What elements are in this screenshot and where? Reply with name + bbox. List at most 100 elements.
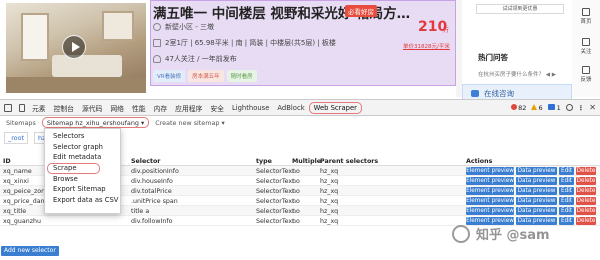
- tab-elements[interactable]: 元素: [28, 103, 50, 113]
- data-preview-button[interactable]: Data preview: [516, 177, 557, 185]
- sidebar-label: 反馈: [580, 77, 592, 83]
- data-preview-button[interactable]: Data preview: [516, 197, 557, 205]
- sidebar-item-home[interactable]: 首页: [576, 8, 596, 25]
- listing-photo[interactable]: [6, 3, 146, 93]
- message-counter[interactable]: 1: [547, 103, 561, 112]
- followers-row: 47人关注 / 一年前发布: [153, 54, 237, 64]
- tab-web-scraper[interactable]: Web Scraper: [308, 101, 362, 114]
- nav-current-sitemap[interactable]: Sitemap hz_xihu_ershoufang ▾: [41, 117, 150, 128]
- house-icon: [153, 39, 161, 47]
- menu-item-export-csv[interactable]: Export data as CSV: [45, 195, 120, 206]
- right-sidebar: 首页 关注 反馈: [572, 0, 600, 97]
- nav-create-sitemap[interactable]: Create new sitemap ▾: [149, 119, 231, 127]
- header-multiple: Multiple: [292, 157, 322, 165]
- cell-parent: hz_xq: [320, 187, 339, 195]
- tab-console[interactable]: 控制台: [50, 103, 78, 113]
- delete-button[interactable]: Delete: [576, 207, 596, 215]
- add-selector-button[interactable]: Add new selector: [1, 246, 59, 256]
- warning-counter[interactable]: 6: [531, 103, 543, 112]
- tab-adblock[interactable]: AdBlock: [273, 104, 308, 112]
- photo-floor: [6, 77, 146, 93]
- menu-item-selectors[interactable]: Selectors: [45, 131, 120, 142]
- delete-button[interactable]: Delete: [576, 217, 596, 225]
- device-toggle-icon[interactable]: [19, 103, 25, 112]
- header-parent: Parent selectors: [320, 157, 379, 165]
- cell-parent: hz_xq: [320, 207, 339, 215]
- breadcrumb-root[interactable]: _root: [4, 132, 29, 144]
- header-selector: Selector: [131, 157, 161, 165]
- right-panel: 试试领到更优惠 热门问答 在杭州买房子要什么条件？ ◀ ▶: [462, 0, 572, 97]
- data-preview-button[interactable]: Data preview: [516, 167, 557, 175]
- sitemap-dropdown-menu: Selectors Selector graph Edit metadata S…: [44, 128, 121, 214]
- cell-selector: title a: [131, 207, 150, 215]
- edit-button[interactable]: Edit: [559, 197, 574, 205]
- edit-button[interactable]: Edit: [559, 167, 574, 175]
- sidebar-item-follow[interactable]: 关注: [576, 38, 596, 55]
- tab-application[interactable]: 应用程序: [171, 103, 206, 113]
- cell-multiple: no: [292, 207, 300, 215]
- element-preview-button[interactable]: Element preview: [466, 187, 514, 195]
- delete-button[interactable]: Delete: [576, 187, 596, 195]
- error-count: 82: [518, 103, 527, 112]
- cell-id: xq_price_dan: [3, 197, 45, 205]
- edit-button[interactable]: Edit: [559, 177, 574, 185]
- tab-lighthouse[interactable]: Lighthouse: [228, 104, 273, 112]
- message-count: 1: [556, 103, 561, 112]
- cell-id: xq_title: [3, 207, 27, 215]
- edit-button[interactable]: Edit: [559, 207, 574, 215]
- hot-question-link[interactable]: 在杭州买房子要什么条件？ ◀ ▶: [478, 70, 556, 78]
- cell-id: xq_peice_zong: [3, 187, 50, 195]
- gear-icon[interactable]: [565, 104, 573, 111]
- tab-memory[interactable]: 内存: [150, 103, 172, 113]
- data-preview-button[interactable]: Data preview: [516, 187, 557, 195]
- element-preview-button[interactable]: Element preview: [466, 167, 514, 175]
- cell-multiple: no: [292, 217, 300, 225]
- edit-button[interactable]: Edit: [559, 187, 574, 195]
- menu-item-browse[interactable]: Browse: [45, 174, 120, 185]
- menu-item-edit-metadata[interactable]: Edit metadata: [45, 152, 120, 163]
- element-preview-button[interactable]: Element preview: [466, 177, 514, 185]
- error-counter[interactable]: 82: [511, 103, 527, 112]
- hot-questions-title: 热门问答: [478, 53, 508, 62]
- menu-item-scrape[interactable]: Scrape: [47, 162, 100, 174]
- play-icon[interactable]: [62, 35, 86, 59]
- must-see-badge: 必看好房: [345, 5, 377, 17]
- sidebar-item-feedback[interactable]: 反馈: [576, 66, 596, 83]
- inspect-icon[interactable]: [4, 103, 12, 112]
- tab-sources[interactable]: 源代码: [78, 103, 106, 113]
- header-type: type: [256, 157, 272, 165]
- delete-button[interactable]: Delete: [576, 177, 596, 185]
- error-icon: [511, 103, 518, 110]
- cell-multiple: no: [292, 197, 300, 205]
- cell-selector: .unitPrice span: [131, 197, 178, 205]
- nav-sitemaps[interactable]: Sitemaps: [0, 119, 42, 127]
- tab-network[interactable]: 网络: [106, 103, 128, 113]
- element-preview-button[interactable]: Element preview: [466, 197, 514, 205]
- online-consult-label: 在线咨询: [484, 88, 514, 98]
- sidebar-label: 首页: [580, 19, 592, 25]
- menu-item-export-sitemap[interactable]: Export Sitemap: [45, 184, 120, 195]
- listing-card[interactable]: 满五唯一 中间楼层 视野和采光好 格局方… 必看好房 新壁小区 - 三墩 2室1…: [0, 0, 456, 97]
- edit-button[interactable]: Edit: [559, 217, 574, 225]
- price-unit: 万: [443, 27, 450, 34]
- cell-id: xq_xinxi: [3, 177, 29, 185]
- cell-parent: hz_xq: [320, 167, 339, 175]
- cell-selector: div.followInfo: [131, 217, 173, 225]
- consult-button[interactable]: 试试领到更优惠: [476, 4, 564, 14]
- element-preview-button[interactable]: Element preview: [466, 207, 514, 215]
- delete-button[interactable]: Delete: [576, 197, 596, 205]
- tab-performance[interactable]: 性能: [128, 103, 150, 113]
- menu-item-selector-graph[interactable]: Selector graph: [45, 142, 120, 153]
- cell-type: SelectorText: [256, 187, 295, 195]
- close-icon[interactable]: ✕: [589, 103, 596, 112]
- more-options-icon[interactable]: ⋮: [578, 104, 585, 112]
- watermark: 知乎 @sam: [452, 224, 550, 243]
- community-text[interactable]: 新壁小区 - 三墩: [165, 22, 214, 32]
- delete-button[interactable]: Delete: [576, 167, 596, 175]
- header-actions: Actions: [466, 157, 493, 165]
- tab-security[interactable]: 安全: [206, 103, 228, 113]
- warning-count: 6: [538, 103, 543, 112]
- chat-icon: [471, 89, 479, 97]
- data-preview-button[interactable]: Data preview: [516, 207, 557, 215]
- devtools-status: 82 6 1 ⋮ ✕: [511, 103, 596, 112]
